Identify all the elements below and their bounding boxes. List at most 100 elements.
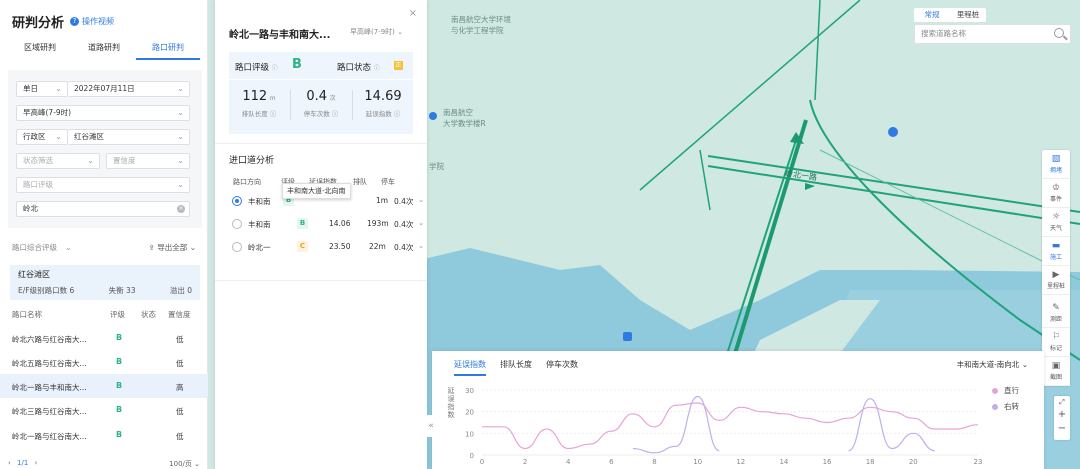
search-placeholder: 搜索道路名称 bbox=[921, 29, 966, 38]
map-toolbar: ▧ 拥堵 ♔ 事件 ☼ 天气 ▬ 施工 ▶ 里程桩 ✎ 测距 ⚐ 标记 ▣ 截图 bbox=[1042, 150, 1070, 386]
tool-mark[interactable]: ⚐ 标记 bbox=[1042, 328, 1070, 357]
info-icon: ⓘ bbox=[373, 65, 380, 72]
expand-chevron-icon[interactable]: ⌄ bbox=[418, 195, 424, 204]
tab-area[interactable]: 区域研判 bbox=[8, 42, 72, 60]
period-select[interactable]: 早高峰(7-9时) ⌄ bbox=[16, 105, 190, 121]
district-summary: 红谷滩区 E/F级别路口数 6 失衡 33 溢出 0 bbox=[10, 265, 200, 300]
table-row[interactable]: 岭北一路与红谷南大... B 低 bbox=[0, 423, 208, 447]
road-search-input[interactable]: 搜索道路名称 bbox=[914, 24, 1071, 44]
x-tick-label: 4 bbox=[566, 458, 571, 466]
detail-period-select[interactable]: 早高峰(7-9时) ⌄ bbox=[350, 27, 403, 37]
export-all-button[interactable]: ⇪ 导出全部 ⌄ bbox=[149, 242, 196, 253]
info-icon: ⓘ bbox=[271, 65, 278, 72]
title-row: 研判分析 ? 操作视频 bbox=[12, 12, 114, 31]
toggle-normal[interactable]: 常规 bbox=[914, 8, 950, 22]
grade-filter-select[interactable]: 路口评级 ⌄ bbox=[16, 177, 190, 193]
next-page-icon[interactable]: › bbox=[35, 459, 38, 467]
x-tick-label: 6 bbox=[609, 458, 614, 466]
page-size-select[interactable]: 100/页 ⌄ bbox=[169, 459, 200, 469]
tool-event[interactable]: ♔ 事件 bbox=[1042, 179, 1070, 208]
credibility-select[interactable]: 置信度 ⌄ bbox=[106, 153, 190, 169]
keyword-input[interactable]: 岭北 × bbox=[16, 201, 190, 217]
mark-icon: ⚐ bbox=[1051, 332, 1061, 342]
page-title: 研判分析 bbox=[12, 16, 65, 31]
map-label: 与化学工程学院 bbox=[451, 26, 504, 35]
weather-icon: ☼ bbox=[1051, 212, 1061, 222]
zoom-in-button[interactable]: + bbox=[1054, 408, 1070, 422]
chevron-down-icon: ⌄ bbox=[189, 243, 196, 252]
x-tick-label: 20 bbox=[909, 458, 918, 466]
x-tick-label: 16 bbox=[823, 458, 832, 466]
grade-label: 路口评级 ⓘ bbox=[235, 63, 278, 73]
chevron-down-icon: ⌄ bbox=[55, 84, 62, 93]
tool-ruler[interactable]: ✎ 测距 bbox=[1042, 299, 1070, 328]
imbalance-count: 失衡 33 bbox=[108, 286, 136, 295]
video-help-link[interactable]: 操作视频 bbox=[82, 16, 114, 27]
tool-construction[interactable]: ▬ 施工 bbox=[1042, 237, 1070, 266]
status-label: 路口状态 ⓘ bbox=[337, 63, 380, 73]
metric-stops: 0.4 次 停车次数 ⓘ bbox=[303, 89, 339, 118]
chevron-down-icon: ⌄ bbox=[397, 28, 404, 36]
chevron-down-icon: ⌄ bbox=[87, 156, 94, 165]
approach-radio[interactable] bbox=[232, 196, 242, 206]
tab-road[interactable]: 道路研判 bbox=[72, 42, 136, 60]
date-mode-select[interactable]: 单日 ⌄ bbox=[16, 81, 68, 97]
approach-row[interactable]: 丰和南 B 14.06 193m 0.4次 ⌄ bbox=[229, 215, 425, 235]
poi-marker bbox=[888, 127, 898, 137]
divider bbox=[215, 143, 427, 144]
series-line-1 bbox=[848, 398, 935, 452]
y-tick-label: 10 bbox=[465, 430, 474, 438]
toggle-milestone[interactable]: 里程桩 bbox=[950, 8, 986, 22]
close-icon[interactable]: × bbox=[409, 8, 417, 19]
clear-icon[interactable]: × bbox=[177, 205, 185, 213]
approach-radio[interactable] bbox=[232, 219, 242, 229]
expand-chevron-icon[interactable]: ⌄ bbox=[418, 218, 424, 227]
approach-tooltip: 丰和南大道-北向南 bbox=[282, 183, 351, 199]
tool-congestion[interactable]: ▧ 拥堵 bbox=[1042, 150, 1070, 179]
prev-page-icon[interactable]: ‹ bbox=[8, 459, 11, 467]
map-view-toggle[interactable]: 常规 里程桩 bbox=[914, 8, 986, 22]
status-filter-select[interactable]: 状态筛选 ⌄ bbox=[16, 153, 100, 169]
metric-delay: 14.69 延误指数 ⓘ bbox=[364, 89, 402, 118]
approach-row[interactable]: 岭北一 C 23.50 22m 0.4次 ⌄ bbox=[229, 238, 425, 258]
y-tick-label: 20 bbox=[465, 409, 474, 417]
grade-badge: C bbox=[297, 241, 308, 252]
x-tick-label: 23 bbox=[974, 458, 983, 466]
info-icon: ⓘ bbox=[393, 110, 401, 118]
chevron-down-icon: ⌄ bbox=[177, 132, 184, 141]
approach-radio[interactable] bbox=[232, 242, 242, 252]
tool-weather[interactable]: ☼ 天气 bbox=[1042, 208, 1070, 237]
table-row[interactable]: 岭北三路与红谷南大... B 低 bbox=[0, 398, 208, 422]
video-help-icon[interactable]: ? bbox=[70, 17, 80, 26]
map-label: 学院 bbox=[429, 162, 444, 171]
y-tick-label: 30 bbox=[465, 387, 474, 395]
x-tick-label: 10 bbox=[693, 458, 702, 466]
date-picker[interactable]: 2022年07月11日 ⌄ bbox=[68, 81, 190, 97]
construction-icon: ▬ bbox=[1051, 241, 1061, 251]
table-row[interactable]: 岭北五路与红谷南大... B 低 bbox=[0, 350, 208, 374]
x-tick-label: 12 bbox=[736, 458, 745, 466]
table-row[interactable]: 岭北六路与红谷南大... B 低 bbox=[0, 326, 208, 350]
table-row-selected[interactable]: 岭北一路与丰和南大... B 高 bbox=[0, 374, 208, 398]
chevron-down-icon: ⌄ bbox=[177, 180, 184, 189]
export-icon: ⇪ bbox=[148, 243, 155, 252]
filter-box: 单日 ⌄ 2022年07月11日 ⌄ 早高峰(7-9时) ⌄ 行政区 ⌄ 红谷滩区 ⌄ 状… bbox=[8, 70, 202, 228]
admin-type-select[interactable]: 行政区 ⌄ bbox=[16, 129, 68, 145]
poi-marker-2 bbox=[429, 112, 437, 120]
expand-chevron-icon[interactable]: ⌄ bbox=[418, 241, 424, 250]
chevron-down-icon: ⌄ bbox=[65, 243, 72, 252]
col-grade: 评级 bbox=[110, 310, 125, 319]
tab-intersection[interactable]: 路口研判 bbox=[136, 42, 200, 60]
tool-milestone[interactable]: ▶ 里程桩 bbox=[1042, 266, 1070, 295]
tool-screenshot[interactable]: ▣ 截图 bbox=[1042, 357, 1070, 386]
zoom-out-button[interactable]: − bbox=[1054, 422, 1070, 436]
district-select[interactable]: 红谷滩区 ⌄ bbox=[68, 129, 190, 145]
search-icon[interactable] bbox=[1054, 28, 1064, 38]
play-icon: ▶ bbox=[1052, 270, 1060, 280]
pagination: ‹ 1/1 › 100/页 ⌄ bbox=[8, 459, 200, 469]
x-tick-label: 2 bbox=[523, 458, 527, 466]
fullscreen-icon[interactable]: ⤢ bbox=[1054, 396, 1070, 408]
metric-queue: 112 m 排队长度 ⓘ bbox=[241, 89, 277, 118]
ruler-icon: ✎ bbox=[1052, 303, 1060, 313]
rating-filter-select[interactable]: 路口综合评级 ⌄ bbox=[12, 243, 72, 252]
